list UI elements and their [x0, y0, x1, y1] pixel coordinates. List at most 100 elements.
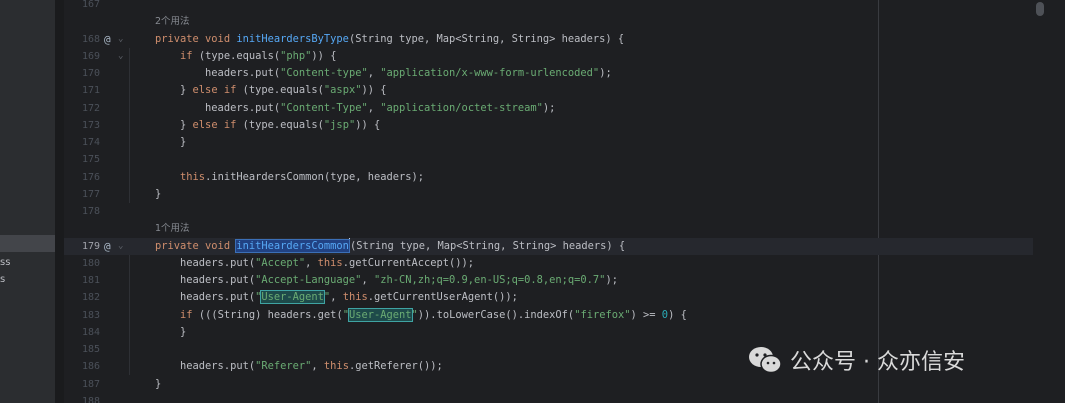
- code-token: "jsp": [323, 118, 356, 131]
- line-number: 177: [81, 188, 100, 200]
- code-token: ,: [330, 291, 343, 304]
- usage-hint-text[interactable]: 1个用法: [155, 220, 190, 237]
- code-token: headers.put(: [155, 274, 256, 286]
- code-token: (String type, Map<String, String> header…: [348, 32, 625, 45]
- code-text[interactable]: headers.put("Content-type", "application…: [155, 65, 612, 82]
- code-text[interactable]: }: [155, 324, 186, 341]
- usage-hint[interactable]: 2个用法: [64, 13, 1049, 30]
- annotation-gutter-icon[interactable]: @: [104, 31, 111, 48]
- code-line[interactable]: 171 } else if (type.equals("aspx")) {: [64, 82, 1049, 99]
- code-token: headers.put(: [155, 67, 281, 79]
- line-number: 174: [81, 137, 100, 148]
- code-token: "Referer": [255, 360, 312, 373]
- project-item-fragment[interactable]: ss: [0, 257, 10, 268]
- code-token: (String type, Map<String, String> header…: [349, 239, 626, 252]
- code-token: .getCurrentUserAgent());: [367, 291, 518, 304]
- code-line[interactable]: 188: [64, 393, 1049, 403]
- line-number: 185: [81, 344, 100, 355]
- code-text[interactable]: private void initHeardersCommon(String t…: [155, 237, 626, 255]
- code-text[interactable]: } else if (type.equals("jsp")) {: [155, 117, 380, 134]
- vertical-scrollbar[interactable]: [1033, 0, 1049, 403]
- line-number: 186: [81, 361, 100, 373]
- code-text[interactable]: }: [155, 186, 161, 203]
- code-line[interactable]: 173 } else if (type.equals("jsp")) {: [64, 117, 1049, 134]
- line-number: 169: [81, 50, 100, 62]
- fold-chevron-icon[interactable]: ⌄: [118, 31, 123, 48]
- line-number: 187: [81, 378, 100, 390]
- code-line[interactable]: 168 @ ⌄ private void initHeardersByType(Str…: [64, 31, 1049, 48]
- code-text[interactable]: private void initHeardersByType(String t…: [155, 31, 624, 48]
- line-number: 182: [81, 292, 100, 304]
- code-line[interactable]: 187}: [64, 376, 1049, 393]
- code-token: "application/x-www-form-urlencoded": [380, 67, 600, 79]
- code-token: )).toLowerCase().indexOf(: [417, 308, 575, 321]
- code-token: ,: [367, 101, 381, 114]
- code-line[interactable]: 176 this.initHeardersCommon(type, header…: [64, 169, 1049, 186]
- code-line[interactable]: 182 headers.put("User-Agent", this.getCu…: [64, 289, 1049, 306]
- line-number: 173: [81, 119, 100, 131]
- code-text[interactable]: }: [155, 376, 161, 393]
- code-token: ,: [367, 67, 381, 79]
- code-text[interactable]: headers.put("Accept-Language", "zh-CN,zh…: [155, 272, 618, 289]
- code-token: ,: [305, 256, 318, 269]
- code-token: )) {: [355, 118, 381, 131]
- usage-hint-text[interactable]: 2个用法: [155, 13, 190, 30]
- code-token: "Content-type": [280, 67, 368, 79]
- code-token: "Accept-Language": [255, 274, 362, 286]
- scrollbar-thumb[interactable]: [1036, 2, 1044, 16]
- code-line[interactable]: 175: [64, 151, 1049, 168]
- code-token: else if: [192, 84, 243, 97]
- line-number: 171: [81, 85, 100, 97]
- code-line[interactable]: 177}: [64, 186, 1049, 203]
- code-token: "application/octet-stream": [380, 101, 543, 114]
- line-number: 170: [81, 68, 100, 79]
- code-text[interactable]: } else if (type.equals("aspx")) {: [155, 82, 387, 99]
- code-token: "php": [280, 49, 312, 62]
- code-line[interactable]: 181 headers.put("Accept-Language", "zh-C…: [64, 272, 1049, 289]
- usage-hint[interactable]: 1个用法: [64, 220, 1049, 237]
- code-editor[interactable]: 167 2个用法 168 @ ⌄ private void initHeardersByT…: [64, 0, 1049, 403]
- code-line[interactable]: 170 headers.put("Content-type", "applica…: [64, 65, 1049, 82]
- code-line[interactable]: 184 }: [64, 324, 1049, 341]
- project-selected-row[interactable]: [0, 235, 55, 252]
- code-token: headers.put(: [155, 101, 281, 114]
- code-line[interactable]: 172 headers.put("Content-Type", "applica…: [64, 100, 1049, 117]
- search-highlight: User-Agent: [347, 307, 413, 322]
- code-text[interactable]: headers.put("Referer", this.getReferer()…: [155, 358, 443, 375]
- code-token: }: [155, 325, 187, 338]
- code-token: );: [605, 274, 618, 286]
- line-number: 168: [81, 33, 100, 45]
- code-token: (type.equals(: [242, 118, 324, 131]
- code-text[interactable]: if (((String) headers.get("User-Agent"))…: [155, 307, 687, 324]
- code-text[interactable]: headers.put("Accept", this.getCurrentAcc…: [155, 255, 474, 272]
- code-line[interactable]: 174 }: [64, 134, 1049, 151]
- fold-chevron-icon[interactable]: ⌄: [118, 238, 123, 255]
- code-text[interactable]: this.initHeardersCommon(type, headers);: [155, 169, 424, 186]
- code-line[interactable]: 169 ⌄ if (type.equals("php")) {: [64, 48, 1049, 65]
- code-text[interactable]: if (type.equals("php")) {: [155, 48, 336, 65]
- code-line[interactable]: 183 if (((String) headers.get("User-Agen…: [64, 307, 1049, 324]
- code-token: ,: [361, 274, 374, 286]
- code-token: );: [599, 67, 612, 79]
- project-item-fragment[interactable]: s: [0, 274, 5, 285]
- code-text[interactable]: }: [155, 134, 186, 151]
- line-number: 181: [81, 275, 100, 286]
- code-token: .getCurrentAccept());: [342, 256, 475, 269]
- code-text[interactable]: headers.put("Content-Type", "application…: [155, 100, 555, 117]
- code-token: )) {: [311, 49, 337, 62]
- code-line[interactable]: 180 headers.put("Accept", this.getCurren…: [64, 255, 1049, 272]
- code-token: )) {: [361, 84, 387, 97]
- annotation-gutter-icon[interactable]: @: [104, 238, 111, 255]
- code-token: this: [342, 291, 368, 304]
- code-line-current[interactable]: 179 @ ⌄ private void initHeardersCommon(Str…: [64, 237, 1049, 255]
- line-number: 184: [81, 326, 100, 338]
- code-token: }: [155, 187, 162, 200]
- code-line[interactable]: 167: [64, 0, 1049, 13]
- code-token: (type, headers);: [323, 170, 425, 183]
- panel-divider[interactable]: [55, 0, 64, 403]
- code-token: ) {: [668, 308, 687, 321]
- code-line[interactable]: 178: [64, 203, 1049, 220]
- code-text[interactable]: headers.put("User-Agent", this.getCurren…: [155, 289, 518, 306]
- fold-chevron-icon[interactable]: ⌄: [118, 48, 123, 65]
